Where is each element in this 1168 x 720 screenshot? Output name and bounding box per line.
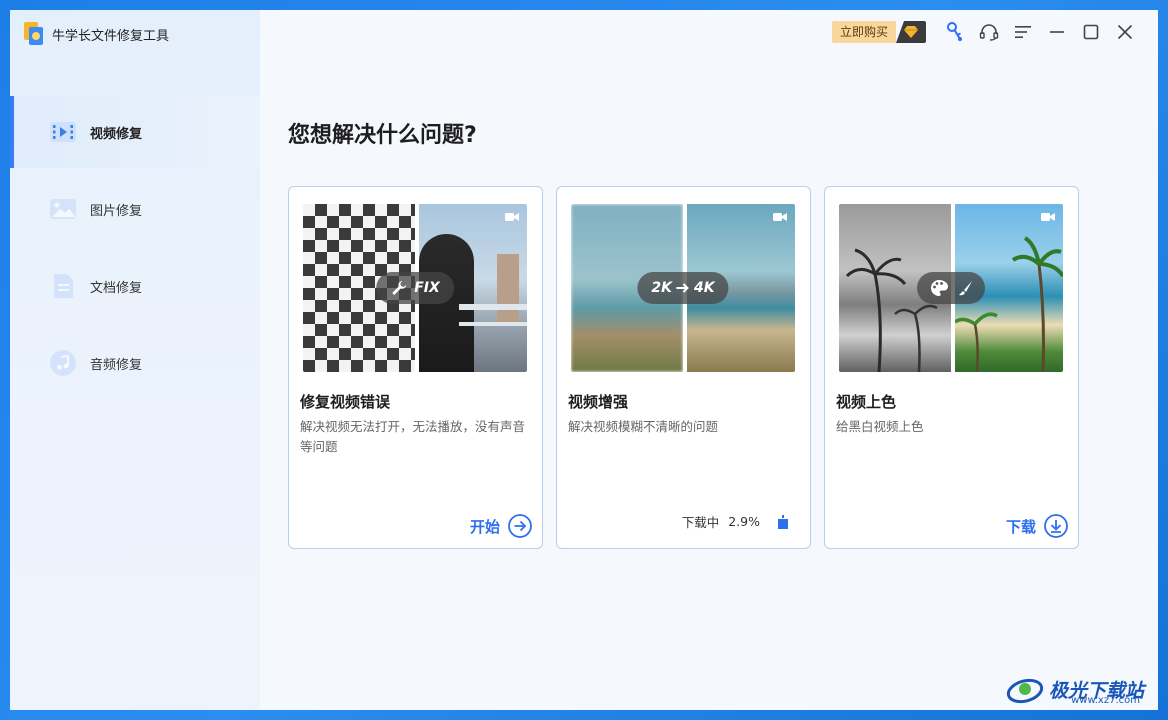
sidebar-item-label: 音频修复 [90,357,143,373]
buy-now-label: 立即购买 [831,21,896,43]
palette-icon [931,280,948,296]
card-thumbnail [839,204,1063,372]
document-repair-icon [48,272,78,300]
download-label: 下载 [1005,517,1036,536]
resolution-badge: 2K 4K [637,272,729,304]
sidebar-nav: 视频修复 图片修复 文档修复 音频修复 [10,96,260,404]
download-status: 下载中 2.9% [682,512,788,531]
brush-icon [959,281,972,296]
card-title: 视频上色 [836,393,897,411]
title-bar-controls: 立即购买 [831,10,1158,54]
start-button[interactable]: 开始 [470,514,532,538]
headset-support-icon[interactable] [972,17,1006,47]
fix-badge: FIX [376,272,454,304]
sidebar-item-audio-repair[interactable]: 音频修复 [10,327,260,399]
minimize-icon[interactable] [1040,17,1074,47]
watermark-url: www.xz7.com [1071,695,1140,706]
page-title: 您想解决什么问题? [288,123,477,148]
colorize-badge [917,272,985,304]
sidebar-item-image-repair[interactable]: 图片修复 [10,173,260,245]
resolution-from: 2K [651,280,672,296]
app-logo-icon [22,22,44,46]
card-title: 修复视频错误 [300,393,391,411]
card-description: 解决视频无法打开，无法播放，没有声音等问题 [300,419,526,454]
close-icon[interactable] [1108,17,1142,47]
watermark: 极光下载站 www.xz7.com [1005,674,1144,706]
key-icon[interactable] [938,17,972,47]
sidebar-item-video-repair[interactable]: 视频修复 [10,96,260,168]
video-camera-icon [1041,213,1055,221]
download-progress-text: 2.9% [728,514,760,529]
arrow-right-circle-icon [508,514,532,538]
card-description: 解决视频模糊不清晰的问题 [568,419,719,434]
fix-badge-label: FIX [414,280,440,296]
video-repair-icon [48,118,78,146]
download-progress-indicator [778,514,788,529]
start-label: 开始 [469,517,500,536]
card-video-colorize[interactable]: 视频上色 给黑白视频上色 下载 [824,186,1079,549]
card-video-enhance[interactable]: 2K 4K 视频增强 解决视频模糊不清晰的问题 下载中 2.9% [556,186,811,549]
wrench-icon [392,281,407,295]
resolution-to: 4K [694,280,715,296]
buy-now-button[interactable]: 立即购买 [831,21,926,43]
sidebar-item-label: 视频修复 [90,126,143,142]
maximize-icon[interactable] [1074,17,1108,47]
card-thumbnail: 2K 4K [571,204,795,372]
video-camera-icon [773,213,787,221]
watermark-logo-icon [1006,678,1044,704]
card-title: 视频增强 [568,393,629,411]
arrow-right-icon [676,283,689,293]
app-title: 牛学长文件修复工具 [52,28,170,44]
sidebar-item-label: 文档修复 [90,280,143,296]
download-circle-icon [1044,514,1068,538]
download-status-label: 下载中 [681,515,720,530]
sidebar: 牛学长文件修复工具 视频修复 图片修复 文档修复 音频修复 [10,10,260,710]
image-repair-icon [48,195,78,223]
app-title-row: 牛学长文件修复工具 [22,22,169,46]
card-thumbnail: FIX [303,204,527,372]
menu-icon[interactable] [1006,17,1040,47]
video-camera-icon [505,213,519,221]
sidebar-item-label: 图片修复 [90,203,143,219]
card-description: 给黑白视频上色 [836,419,924,434]
audio-repair-icon [48,349,78,377]
card-repair-video-errors[interactable]: FIX 修复视频错误 解决视频无法打开，无法播放，没有声音等问题 开始 [288,186,543,549]
sidebar-item-document-repair[interactable]: 文档修复 [10,250,260,322]
app-window: 牛学长文件修复工具 视频修复 图片修复 文档修复 音频修复 立即购买 您想解决什… [10,10,1158,710]
diamond-icon [896,21,926,43]
download-button[interactable]: 下载 [1006,514,1068,538]
